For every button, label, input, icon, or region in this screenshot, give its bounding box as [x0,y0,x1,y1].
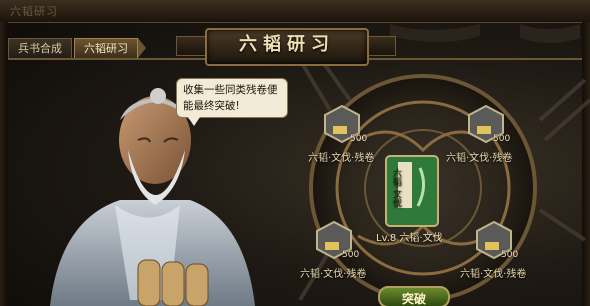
tab-book-synthesis[interactable]: 兵书合成 [8,38,72,59]
slot-label: 六韬·文伐·残卷 [300,269,367,280]
tab-bar: 兵书合成 六韬研习 [8,38,146,59]
slot-count: 500 [350,134,368,144]
page-title: 六韬研习 [239,34,335,55]
title-plaque: 六韬研习 [205,28,369,66]
breakthrough-button[interactable]: 突破 [378,286,450,306]
slot-label: 六韬·文伐·残卷 [446,153,513,164]
tab-liutao-study[interactable]: 六韬研习 [74,38,138,59]
book-spine-title: 六韬·文伐 [391,168,401,207]
slot-label: 六韬·文伐·残卷 [308,153,375,164]
slot-count: 500 [501,250,519,260]
tab-arrow-icon [138,38,146,58]
game-window: 六韬研习 兵书合成 六韬研习 六韬研习 收集一些同类残卷便能最终突破! 六韬·文… [0,0,590,306]
center-level-label: Lv.8 六韬·文伐 [376,233,443,244]
speech-tail [188,117,200,126]
slot-count: 500 [493,134,511,144]
slot-label: 六韬·文伐·残卷 [460,269,527,280]
slot-count: 500 [342,250,360,260]
